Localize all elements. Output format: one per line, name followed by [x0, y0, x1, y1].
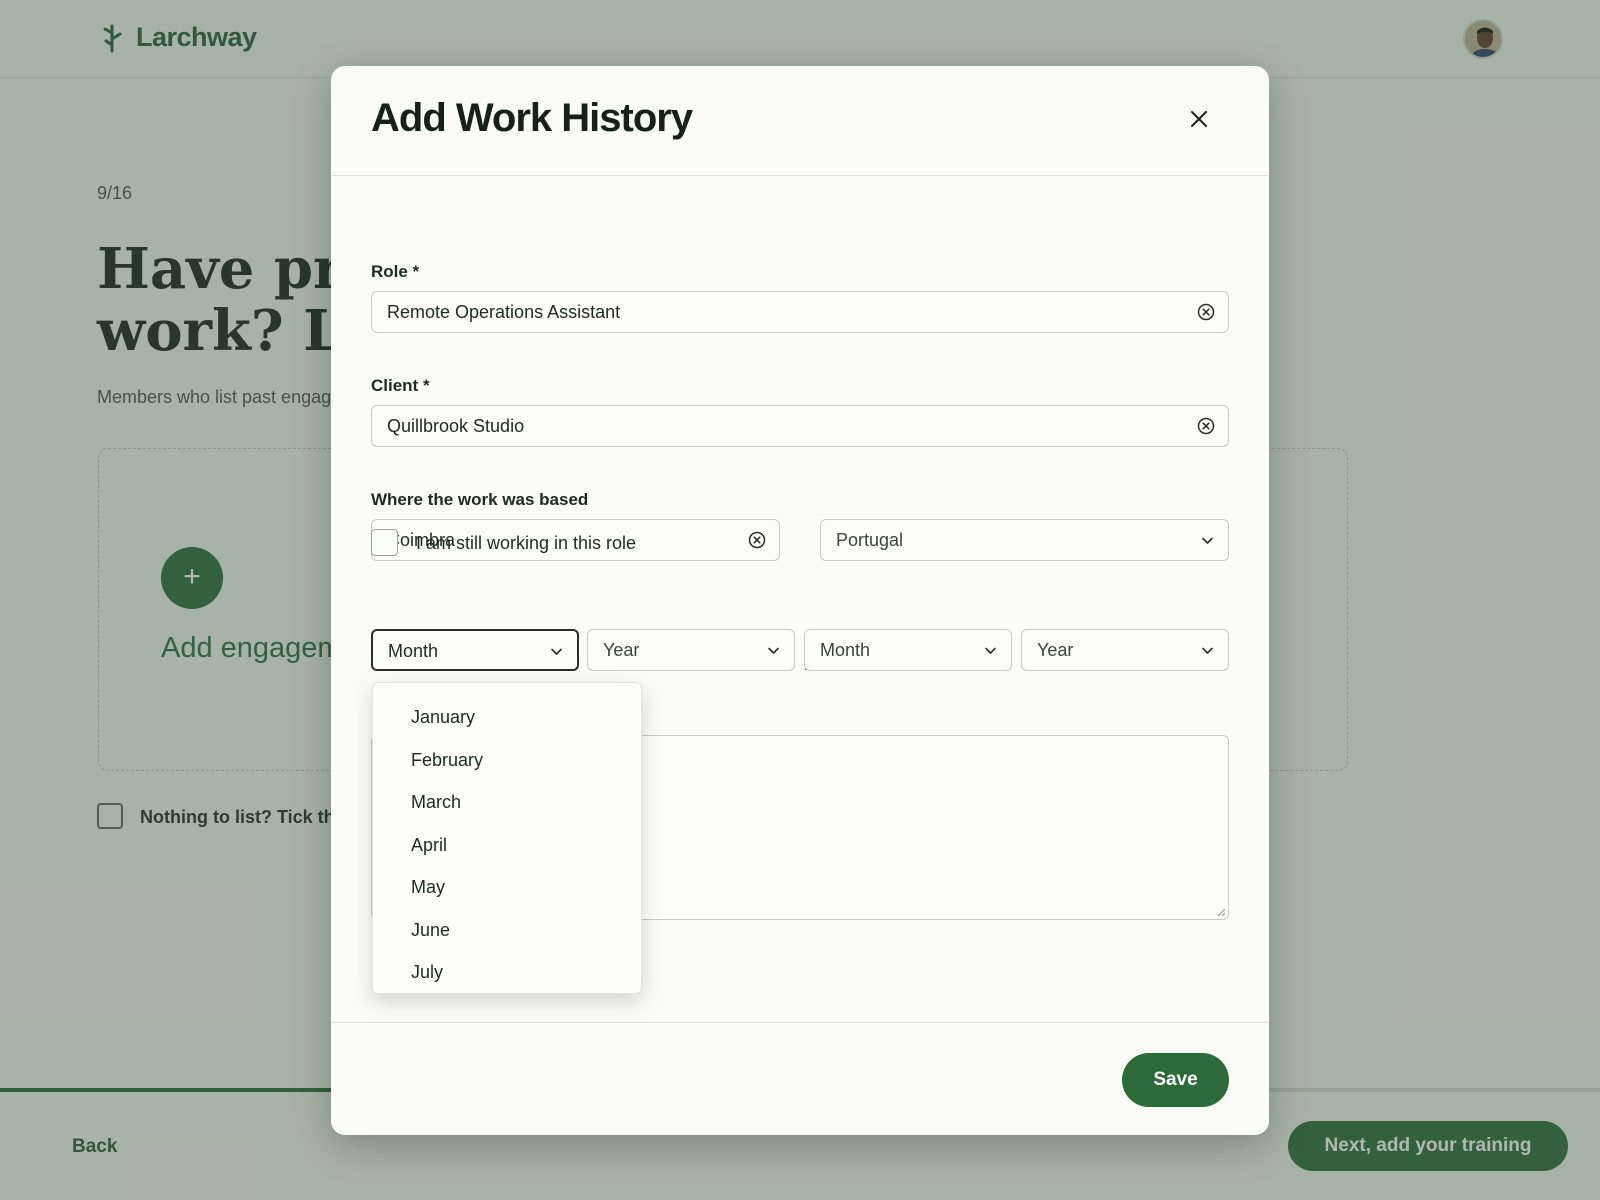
started-year-select[interactable]: Year [587, 629, 795, 671]
ended-month-select[interactable]: Month [804, 629, 1012, 671]
client-input[interactable]: Quillbrook Studio [371, 405, 1229, 447]
still-working-label: I am still working in this role [416, 533, 637, 553]
dropdown-option[interactable]: May [373, 870, 641, 913]
dropdown-option[interactable]: April [373, 828, 641, 871]
add-work-history-modal: Add Work History Role * Remote Operation… [331, 66, 1269, 1135]
dropdown-option[interactable]: January [373, 700, 641, 743]
ended-year-value: Year [1037, 640, 1074, 660]
ended-month-value: Month [820, 640, 871, 660]
location-label: Where the work was based [371, 490, 589, 509]
modal-footer-divider [331, 1022, 1269, 1023]
dropdown-option[interactable]: March [373, 785, 641, 828]
role-value: Remote Operations Assistant [387, 302, 621, 322]
resize-grip-icon[interactable] [1216, 907, 1226, 917]
country-select[interactable]: Portugal [820, 519, 1229, 561]
started-month-value: Month [388, 641, 439, 661]
ended-year-select[interactable]: Year [1021, 629, 1229, 671]
save-button[interactable]: Save [1122, 1053, 1229, 1107]
clear-circle-icon[interactable] [1197, 417, 1215, 435]
still-working-checkbox[interactable] [371, 529, 398, 556]
role-label: Role * [371, 262, 420, 281]
dropdown-option[interactable]: June [373, 913, 641, 956]
clear-circle-icon[interactable] [1197, 303, 1215, 321]
modal-title: Add Work History [371, 96, 693, 140]
month-dropdown: January February March April May June Ju… [372, 682, 642, 994]
started-month-select[interactable]: Month [371, 629, 579, 671]
modal-header-divider [331, 175, 1269, 176]
country-value: Portugal [836, 530, 904, 550]
chevron-down-icon [551, 648, 562, 655]
chevron-down-icon [1202, 537, 1213, 544]
client-value: Quillbrook Studio [387, 416, 525, 436]
dropdown-option[interactable]: July [373, 955, 641, 993]
close-icon[interactable] [1187, 107, 1211, 131]
chevron-down-icon [768, 647, 779, 654]
role-input[interactable]: Remote Operations Assistant [371, 291, 1229, 333]
chevron-down-icon [985, 647, 996, 654]
chevron-down-icon [1202, 647, 1213, 654]
client-label: Client * [371, 376, 430, 395]
dropdown-option[interactable]: February [373, 743, 641, 786]
clear-circle-icon[interactable] [748, 531, 766, 549]
started-year-value: Year [603, 640, 640, 660]
